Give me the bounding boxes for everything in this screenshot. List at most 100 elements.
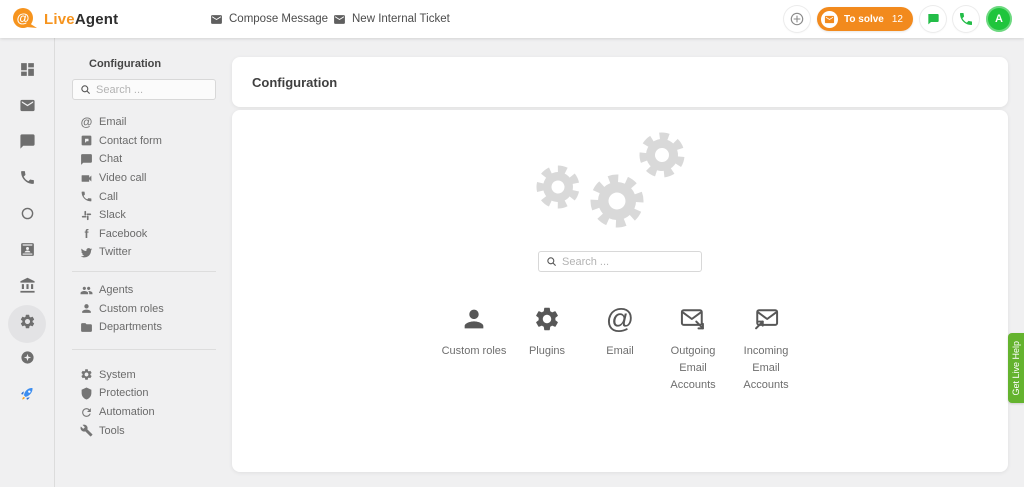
sidebar-item-slack[interactable]: Slack bbox=[56, 206, 232, 225]
sidebar-item-agents[interactable]: Agents bbox=[56, 281, 232, 300]
chat-icon bbox=[19, 133, 36, 155]
nav-chats[interactable] bbox=[7, 126, 47, 162]
sidebar-item-contact-form[interactable]: Contact form bbox=[56, 132, 232, 151]
widget-icon bbox=[80, 134, 93, 147]
sidebar-item-tools[interactable]: Tools bbox=[56, 421, 232, 440]
person-icon bbox=[460, 303, 488, 333]
folder-icon bbox=[80, 321, 93, 334]
configuration-search[interactable] bbox=[538, 251, 702, 272]
gear-icon bbox=[80, 368, 93, 381]
star-circle-icon bbox=[19, 349, 36, 371]
mail-icon bbox=[19, 97, 36, 119]
nav-contacts[interactable] bbox=[7, 234, 47, 270]
mail-icon bbox=[821, 11, 838, 28]
sidebar-item-video-call[interactable]: Video call bbox=[56, 169, 232, 188]
phone-icon bbox=[19, 169, 36, 191]
phone-icon bbox=[80, 190, 93, 203]
nav-calls[interactable] bbox=[7, 162, 47, 198]
at-icon: @ bbox=[606, 303, 634, 333]
nav-configuration[interactable] bbox=[7, 306, 47, 342]
divider bbox=[72, 271, 216, 272]
facebook-icon: f bbox=[80, 227, 93, 240]
shortcut-outgoing-email-accounts[interactable]: Outgoing Email Accounts bbox=[657, 303, 730, 394]
sidebar-group-channels: @ Email Contact form Chat Video call Cal… bbox=[56, 113, 232, 262]
nav-online[interactable] bbox=[7, 198, 47, 234]
shortcut-incoming-email-accounts[interactable]: Incoming Email Accounts bbox=[730, 303, 803, 394]
configuration-search-input[interactable] bbox=[562, 256, 694, 268]
shortcut-email[interactable]: @ Email bbox=[584, 303, 657, 360]
people-icon bbox=[80, 284, 93, 297]
get-live-help-label: Get Live Help bbox=[1011, 341, 1021, 396]
sidebar-item-departments[interactable]: Departments bbox=[56, 318, 232, 337]
add-button[interactable] bbox=[784, 6, 810, 32]
calls-button[interactable] bbox=[953, 6, 979, 32]
ring-icon bbox=[19, 205, 36, 227]
chats-button[interactable] bbox=[920, 6, 946, 32]
nav-tickets[interactable] bbox=[7, 90, 47, 126]
to-solve-label: To solve bbox=[844, 14, 884, 25]
slack-icon bbox=[80, 209, 93, 222]
topbar-actions: To solve 12 A bbox=[784, 0, 1012, 38]
shortcut-custom-roles[interactable]: Custom roles bbox=[438, 303, 511, 360]
shortcut-grid: Custom roles Plugins @ Email Outgoing Em… bbox=[438, 303, 803, 394]
bank-icon bbox=[19, 277, 36, 299]
sidebar-item-automation[interactable]: Automation bbox=[56, 403, 232, 422]
gear-icon bbox=[19, 313, 36, 335]
video-icon bbox=[80, 172, 93, 185]
search-icon bbox=[546, 256, 557, 267]
gears-illustration bbox=[520, 123, 720, 245]
mail-outgoing-icon bbox=[679, 303, 707, 333]
brand-wordmark: LiveAgent bbox=[44, 11, 118, 28]
shield-icon bbox=[80, 387, 93, 400]
plus-circle-icon bbox=[789, 11, 805, 27]
contact-card-icon bbox=[19, 241, 36, 263]
sidebar-item-protection[interactable]: Protection bbox=[56, 384, 232, 403]
nav-billing[interactable] bbox=[7, 270, 47, 306]
sync-icon bbox=[80, 406, 93, 419]
nav-getting-started[interactable] bbox=[7, 378, 47, 414]
chat-icon bbox=[80, 153, 93, 166]
divider bbox=[72, 349, 216, 350]
configuration-sidebar: Configuration @ Email Contact form Chat … bbox=[56, 38, 232, 487]
sidebar-group-system: System Protection Automation Tools bbox=[56, 366, 232, 440]
phone-icon bbox=[958, 11, 974, 27]
sidebar-item-system[interactable]: System bbox=[56, 366, 232, 385]
topbar: @ LiveAgent Compose Message New Internal… bbox=[0, 0, 1024, 38]
to-solve-badge[interactable]: To solve 12 bbox=[817, 7, 913, 31]
sidebar-search-input[interactable] bbox=[96, 84, 208, 96]
search-icon bbox=[80, 84, 91, 95]
mail-icon bbox=[333, 13, 346, 26]
nav-addons[interactable] bbox=[7, 342, 47, 378]
get-live-help-tab[interactable]: Get Live Help bbox=[1008, 333, 1024, 403]
svg-text:@: @ bbox=[17, 11, 30, 26]
sidebar-item-twitter[interactable]: Twitter bbox=[56, 243, 232, 262]
sidebar-search[interactable] bbox=[72, 79, 216, 100]
shortcut-plugins[interactable]: Plugins bbox=[511, 303, 584, 360]
chat-icon bbox=[925, 11, 941, 27]
mail-incoming-icon bbox=[752, 303, 780, 333]
sidebar-group-people: Agents Custom roles Departments bbox=[56, 281, 232, 337]
sidebar-item-call[interactable]: Call bbox=[56, 187, 232, 206]
gear-icon bbox=[533, 303, 561, 333]
rocket-icon bbox=[19, 385, 36, 407]
person-icon bbox=[80, 302, 93, 315]
wrench-icon bbox=[80, 424, 93, 437]
sidebar-item-facebook[interactable]: f Facebook bbox=[56, 225, 232, 244]
avatar[interactable]: A bbox=[986, 6, 1012, 32]
nav-dashboard[interactable] bbox=[7, 54, 47, 90]
page-title: Configuration bbox=[252, 75, 337, 90]
nav-strip bbox=[0, 38, 55, 487]
sidebar-item-custom-roles[interactable]: Custom roles bbox=[56, 299, 232, 318]
sidebar-item-email[interactable]: @ Email bbox=[56, 113, 232, 132]
configuration-panel: Custom roles Plugins @ Email Outgoing Em… bbox=[232, 110, 1008, 472]
at-icon: @ bbox=[80, 116, 93, 129]
dashboard-icon bbox=[19, 61, 36, 83]
sidebar-title: Configuration bbox=[89, 58, 232, 70]
compose-message-button[interactable]: Compose Message bbox=[210, 0, 328, 38]
sidebar-item-chat[interactable]: Chat bbox=[56, 150, 232, 169]
twitter-icon bbox=[80, 246, 93, 259]
new-internal-ticket-button[interactable]: New Internal Ticket bbox=[333, 0, 450, 38]
to-solve-count: 12 bbox=[892, 14, 903, 25]
liveagent-logo[interactable]: @ LiveAgent bbox=[12, 7, 118, 31]
liveagent-logo-icon: @ bbox=[12, 7, 38, 31]
